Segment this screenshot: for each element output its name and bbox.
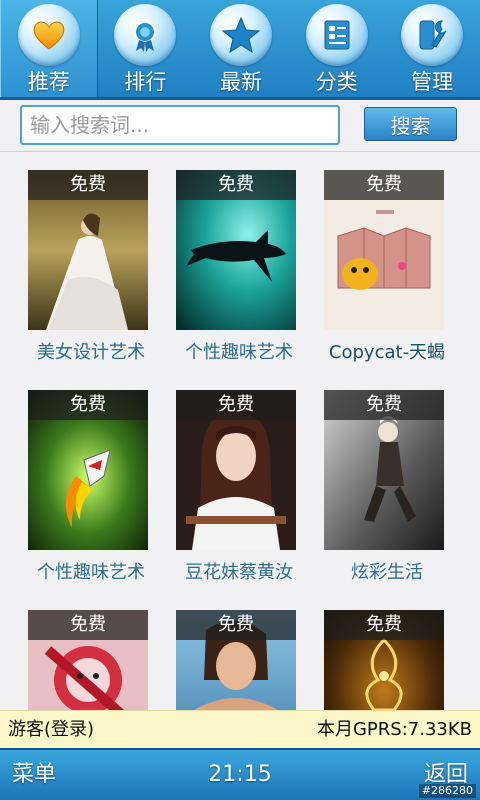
free-badge: 免费 bbox=[176, 610, 296, 640]
free-badge: 免费 bbox=[324, 610, 444, 640]
free-badge: 免费 bbox=[28, 610, 148, 640]
free-badge: 免费 bbox=[176, 170, 296, 200]
category-list-icon bbox=[305, 4, 368, 66]
watermark: #286280 bbox=[418, 784, 476, 798]
red-cartoon-thumbnail: 免费 bbox=[28, 610, 148, 710]
guest-login-link[interactable]: 游客(登录) bbox=[8, 711, 94, 749]
free-badge: 免费 bbox=[176, 390, 296, 420]
rocket-thumbnail: 免费 bbox=[28, 390, 148, 550]
tab-manage[interactable]: 管理 bbox=[384, 0, 480, 100]
cartoon-cat-thumbnail: 免费 bbox=[324, 170, 444, 330]
free-badge: 免费 bbox=[324, 170, 444, 200]
tab-newest[interactable]: 最新 bbox=[193, 0, 289, 100]
tab-category[interactable]: 分类 bbox=[289, 0, 385, 100]
tab-ranking[interactable]: 排行 bbox=[98, 0, 194, 100]
heart-icon bbox=[17, 4, 80, 66]
item-title: Copycat-天蝎 bbox=[328, 342, 446, 363]
fantasy-woman-thumbnail: 免费 bbox=[324, 390, 444, 550]
tab-label: 分类 bbox=[315, 70, 358, 94]
item-title: 炫彩生活 bbox=[351, 562, 423, 583]
item-title: 个性趣味艺术 bbox=[37, 562, 145, 583]
top-navigation: 推荐 排行 最新 分类 管理 bbox=[0, 0, 480, 100]
tab-label: 最新 bbox=[219, 70, 262, 94]
star-icon bbox=[209, 4, 272, 66]
item-title: 美女设计艺术 bbox=[37, 342, 145, 363]
clock: 21:15 bbox=[208, 762, 272, 787]
bottom-softkey-bar: 21:15 菜单 返回 #286280 bbox=[0, 748, 480, 800]
search-input[interactable] bbox=[20, 105, 340, 145]
gprs-usage: 本月GPRS:7.33KB bbox=[316, 719, 472, 740]
golden-ornament-thumbnail: 免费 bbox=[324, 610, 444, 710]
woman-white-dress-thumbnail: 免费 bbox=[28, 170, 148, 330]
free-badge: 免费 bbox=[28, 170, 148, 200]
tab-label: 排行 bbox=[124, 70, 167, 94]
award-ribbon-icon bbox=[114, 4, 177, 66]
search-bar: 搜索 bbox=[0, 100, 480, 152]
account-status-bar: 游客(登录) 本月GPRS:7.33KB bbox=[0, 710, 480, 748]
search-button[interactable]: 搜索 bbox=[364, 107, 457, 141]
tab-label: 管理 bbox=[411, 70, 454, 94]
tab-label: 推荐 bbox=[27, 70, 70, 94]
menu-button[interactable]: 菜单 bbox=[12, 750, 56, 800]
tattooed-woman-thumbnail: 免费 bbox=[176, 610, 296, 710]
tab-recommend[interactable]: 推荐 bbox=[0, 0, 98, 100]
free-badge: 免费 bbox=[324, 390, 444, 420]
theme-grid: 免费 美女设计艺术 免费 个性趣味艺术 免费 Copycat-天蝎 免费 个性趣… bbox=[0, 152, 480, 710]
girl-portrait-thumbnail: 免费 bbox=[176, 390, 296, 550]
shark-thumbnail: 免费 bbox=[176, 170, 296, 330]
item-title: 豆花妹蔡黄汝 bbox=[185, 562, 293, 583]
free-badge: 免费 bbox=[28, 390, 148, 420]
item-title: 个性趣味艺术 bbox=[185, 342, 293, 363]
wrench-settings-icon bbox=[401, 4, 464, 66]
